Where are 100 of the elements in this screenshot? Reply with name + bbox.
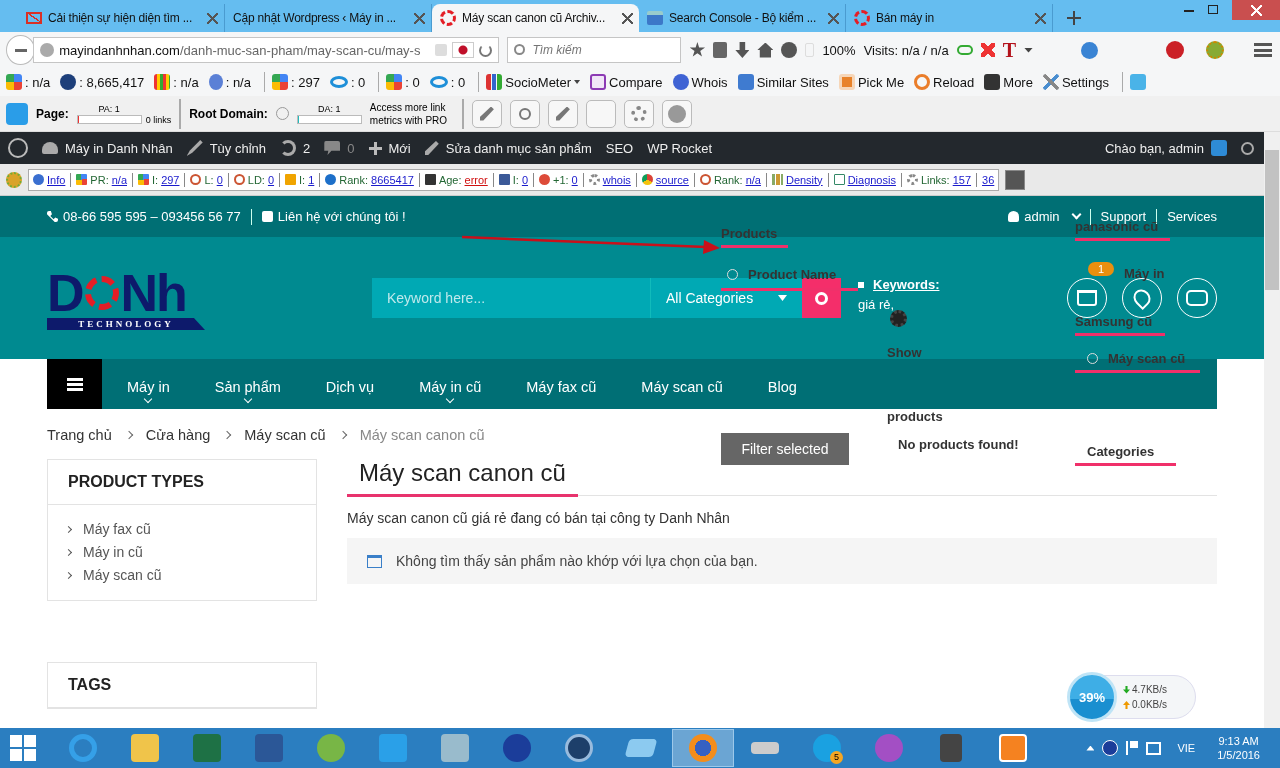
metric-link[interactable]: Density — [785, 173, 823, 186]
app-icon[interactable] — [1102, 740, 1119, 756]
toolbar-label[interactable]: Pick Me — [857, 74, 905, 90]
breadcrumb-link[interactable]: Trang chủ — [47, 427, 112, 443]
close-icon[interactable] — [828, 12, 839, 24]
toolbar-label[interactable]: SocioMeter — [505, 74, 572, 90]
address-bar[interactable]: mayindanhnhan.com/danh-muc-san-pham/may-scan-cu/may-s — [33, 37, 500, 63]
search-button[interactable] — [802, 278, 841, 318]
toolbar-label[interactable]: : 297 — [290, 74, 320, 90]
taskbar-button[interactable]: 5 — [796, 729, 858, 767]
toolbar-label[interactable]: : n/a — [173, 74, 199, 90]
menu-icon[interactable] — [1254, 43, 1272, 57]
browser-tab[interactable]: Máy scan canon cũ Archiv... — [432, 4, 639, 32]
nav-item[interactable]: Blog — [767, 378, 797, 402]
metric-link[interactable]: source — [655, 173, 689, 186]
help-button[interactable] — [661, 99, 692, 128]
metric-link[interactable]: 157 — [952, 173, 972, 186]
windows-logo-icon[interactable] — [10, 735, 36, 761]
caret-icon[interactable] — [1086, 745, 1095, 751]
top-link[interactable]: Services — [1167, 209, 1217, 224]
admin-bar-item[interactable]: Tùy chỉnh — [186, 140, 267, 156]
metric-link[interactable]: 0 — [521, 173, 528, 186]
category-link[interactable]: Máy fax cũ — [66, 521, 298, 537]
filter-button[interactable]: Filter selected — [721, 433, 849, 465]
admin-bar-item[interactable]: SEO — [605, 140, 634, 156]
nav-item[interactable]: Dịch vụ — [325, 378, 375, 402]
breadcrumb-link[interactable]: Cửa hàng — [145, 427, 211, 443]
m-logo-icon[interactable] — [6, 102, 28, 125]
metric-link[interactable]: whois — [602, 173, 631, 186]
category-link[interactable]: Máy in cũ — [66, 544, 298, 560]
close-icon[interactable] — [207, 12, 218, 24]
wrench-button[interactable] — [471, 99, 502, 128]
close-window-button[interactable] — [1232, 0, 1280, 20]
close-icon[interactable] — [1250, 4, 1262, 16]
scrollbar[interactable] — [1264, 132, 1280, 728]
metric-link[interactable]: n/a — [745, 173, 761, 186]
settings-button[interactable] — [623, 99, 654, 128]
text-tool-button[interactable]: T — [1002, 38, 1016, 62]
toolbar-label[interactable]: : 0 — [350, 74, 366, 90]
close-icon[interactable] — [622, 12, 633, 24]
close-icon[interactable] — [414, 12, 425, 24]
toolbar-label[interactable]: : n/a — [225, 74, 251, 90]
account-menu[interactable]: Chào bạn, admin — [1105, 140, 1227, 156]
nav-item[interactable]: Sản phẩm — [214, 378, 281, 402]
input-language[interactable]: VIE — [1177, 742, 1196, 754]
contact-link[interactable]: Liên hệ với chúng tôi ! — [261, 209, 406, 224]
search-button[interactable] — [509, 99, 540, 128]
toolbar-label[interactable]: More — [1003, 74, 1033, 90]
metric-link[interactable]: Info — [47, 173, 66, 186]
nav-item[interactable]: Máy in cũ — [419, 378, 482, 402]
home-icon[interactable] — [757, 42, 774, 58]
close-icon[interactable] — [1035, 12, 1046, 24]
search-field[interactable]: Tìm kiếm — [507, 37, 682, 63]
nav-item[interactable]: Máy scan cũ — [641, 378, 723, 402]
cross-icon[interactable] — [980, 43, 995, 57]
wordpress-logo-icon[interactable] — [8, 138, 28, 158]
nav-item[interactable]: Máy fax cũ — [526, 378, 597, 402]
metric-link[interactable]: 8665417 — [371, 173, 414, 186]
caret-icon[interactable] — [574, 80, 581, 84]
admin-bar-item[interactable]: Mới — [368, 140, 411, 156]
toolbar-label[interactable]: Compare — [609, 74, 663, 90]
keywords-link[interactable]: Keywords: — [873, 277, 940, 292]
keyword-field[interactable]: Keyword here... — [372, 278, 650, 318]
admin-bar-item[interactable]: Máy in Danh Nhân — [42, 140, 173, 156]
admin-bar-item[interactable]: 2 — [280, 140, 311, 156]
badge-icon[interactable] — [1206, 41, 1224, 59]
nav-item[interactable]: Máy in — [127, 378, 170, 402]
category-link[interactable]: Máy scan cũ — [66, 567, 298, 583]
back-button[interactable] — [6, 35, 36, 65]
close-icon[interactable] — [1005, 169, 1026, 190]
toolbar-label[interactable]: Similar Sites — [756, 74, 829, 90]
scroll-thumb[interactable] — [1265, 150, 1279, 290]
admin-bar-item[interactable]: 0 — [324, 140, 355, 156]
metric-link[interactable]: 0 — [571, 173, 578, 186]
restore-icon[interactable] — [1208, 5, 1218, 14]
admin-bar-item[interactable]: WP Rocket — [647, 140, 713, 156]
metric-link[interactable]: 1 — [308, 173, 315, 186]
pencil-button[interactable] — [547, 99, 578, 128]
taskbar-button[interactable] — [672, 729, 734, 767]
caret-icon[interactable] — [1024, 47, 1033, 53]
toolbar-label[interactable]: : 0 — [405, 74, 420, 90]
metric-link[interactable]: Diagnosis — [847, 173, 896, 186]
metric-link[interactable]: 0 — [216, 173, 223, 186]
metric-link[interactable]: 0 — [267, 173, 275, 186]
toolbar-label[interactable]: : 0 — [450, 74, 466, 90]
toolbar-label[interactable]: : n/a — [25, 74, 51, 90]
account-link[interactable]: admin — [1008, 209, 1080, 224]
logo[interactable]: D Nh TECHNOLOGY — [47, 266, 205, 330]
toolbar-label[interactable]: Whois — [691, 74, 728, 90]
toolbar-label[interactable]: Settings — [1061, 74, 1109, 90]
bird-icon[interactable] — [1129, 74, 1146, 90]
admin-bar-item[interactable]: Sửa danh mục sản phẩm — [424, 140, 592, 156]
metric-link[interactable]: n/a — [111, 173, 127, 186]
badge-icon[interactable] — [6, 171, 22, 188]
breadcrumb-link[interactable]: Máy scan cũ — [244, 427, 326, 443]
flag-icon[interactable] — [1126, 741, 1139, 755]
menu-button[interactable] — [47, 359, 102, 409]
metric-link[interactable]: 297 — [161, 173, 180, 186]
record-icon[interactable] — [452, 42, 475, 58]
metric-link[interactable]: error — [464, 173, 488, 186]
